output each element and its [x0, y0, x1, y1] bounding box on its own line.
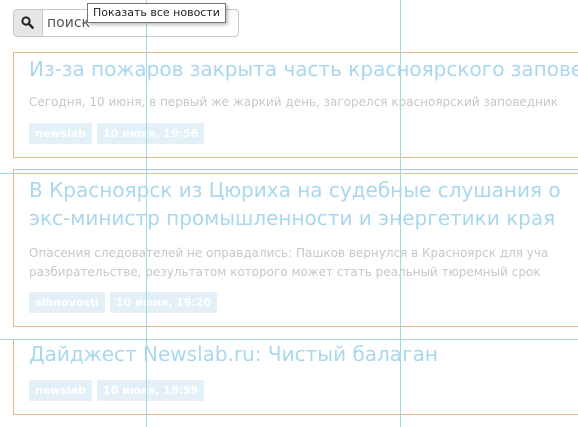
- date-badge: 10 июня, 19:56: [97, 123, 205, 144]
- source-badge[interactable]: newslab: [29, 380, 93, 401]
- news-title[interactable]: В Красноярск из Цюриха на судебные слуша…: [29, 176, 561, 205]
- news-card: Из-за пожаров закрыта часть красноярског…: [13, 52, 578, 158]
- news-tags: sibnovosti 10 июня, 19:20: [29, 292, 222, 313]
- news-title[interactable]: Из-за пожаров закрыта часть красноярског…: [29, 55, 578, 84]
- date-badge: 10 июня, 18:59: [97, 380, 205, 401]
- news-tags: newslab 10 июня, 19:56: [29, 123, 209, 144]
- search-button[interactable]: [14, 10, 43, 36]
- tooltip: Показать все новости: [87, 3, 226, 23]
- date-badge: 10 июня, 19:20: [109, 292, 218, 313]
- news-excerpt: Сегодня, 10 июня, в первый же жаркий ден…: [29, 95, 558, 109]
- news-title[interactable]: экс-министр промышленности и энергетики …: [29, 204, 555, 233]
- news-title[interactable]: Дайджест Newslab.ru: Чистый балаган: [29, 340, 438, 369]
- source-badge[interactable]: sibnovosti: [29, 292, 105, 313]
- news-tags: newslab 10 июня, 18:59: [29, 380, 209, 401]
- news-excerpt: разбирательстве, результатом которого мо…: [29, 265, 541, 279]
- search-icon: [21, 16, 34, 29]
- news-excerpt: Опасения следователей не оправдались: Па…: [29, 246, 549, 260]
- news-card: Дайджест Newslab.ru: Чистый балаган news…: [13, 339, 578, 415]
- news-card: В Красноярск из Цюриха на судебные слуша…: [13, 169, 578, 327]
- source-badge[interactable]: newslab: [29, 123, 93, 144]
